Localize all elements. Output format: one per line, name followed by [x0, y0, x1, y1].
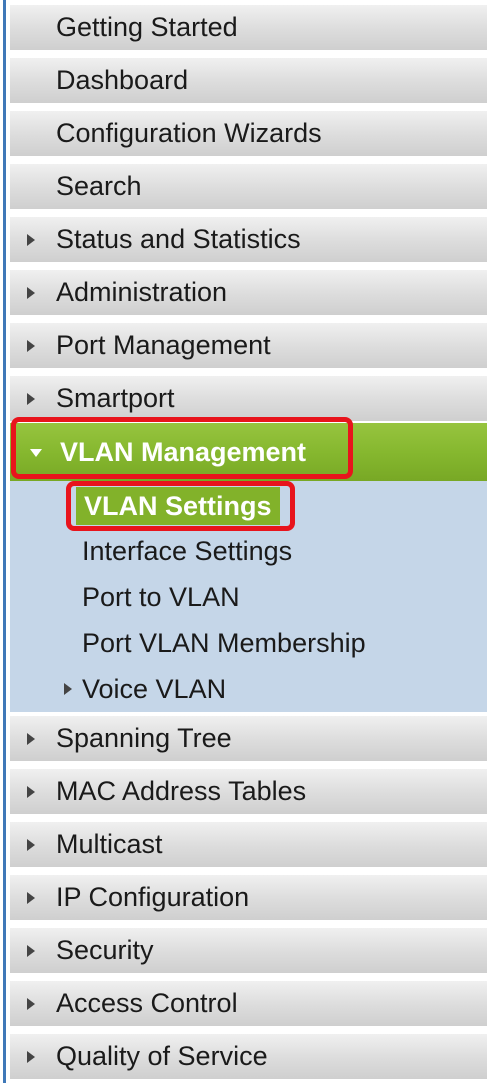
expand-arrow-icon: [27, 234, 35, 246]
nav-item-label: Multicast: [56, 829, 163, 859]
nav-item-status-and-statistics[interactable]: Status and Statistics: [10, 217, 487, 265]
highlight-box-vlan-settings: [66, 481, 295, 531]
expand-arrow-icon: [27, 945, 35, 957]
expand-arrow-icon: [27, 998, 35, 1010]
nav-item-dashboard[interactable]: Dashboard: [10, 58, 487, 106]
nav-item-ip-configuration[interactable]: IP Configuration: [10, 875, 487, 923]
expand-arrow-icon: [27, 892, 35, 904]
nav-item-label: Access Control: [56, 988, 238, 1018]
submenu-item-port-to-vlan[interactable]: Port to VLAN: [10, 575, 487, 619]
nav-item-access-control[interactable]: Access Control: [10, 981, 487, 1029]
expand-arrow-icon: [27, 1051, 35, 1063]
nav-left-border: [0, 0, 10, 1083]
expand-arrow-icon: [27, 393, 35, 405]
nav-item-search[interactable]: Search: [10, 164, 487, 212]
nav-item-label: Administration: [56, 277, 228, 307]
nav-item-getting-started[interactable]: Getting Started: [10, 5, 487, 53]
expand-arrow-icon: [27, 340, 35, 352]
submenu-item-label: Voice VLAN: [82, 674, 227, 704]
highlight-box-vlan-management: [11, 417, 353, 479]
nav-item-spanning-tree[interactable]: Spanning Tree: [10, 716, 487, 764]
submenu-item-label: Port VLAN Membership: [82, 628, 366, 658]
submenu-item-label: Port to VLAN: [82, 582, 240, 612]
submenu-item-port-vlan-membership[interactable]: Port VLAN Membership: [10, 621, 487, 665]
submenu-item-label: Interface Settings: [82, 536, 293, 566]
nav-item-administration[interactable]: Administration: [10, 270, 487, 318]
nav-item-label: Spanning Tree: [56, 723, 232, 753]
nav-item-mac-address-tables[interactable]: MAC Address Tables: [10, 769, 487, 817]
nav-item-configuration-wizards[interactable]: Configuration Wizards: [10, 111, 487, 159]
nav-item-label: Smartport: [56, 383, 175, 413]
nav-item-label: Getting Started: [56, 12, 238, 42]
nav-item-security[interactable]: Security: [10, 928, 487, 976]
nav-item-label: Configuration Wizards: [56, 118, 322, 148]
nav-item-quality-of-service[interactable]: Quality of Service: [10, 1034, 487, 1082]
nav-item-label: Status and Statistics: [56, 224, 301, 254]
expand-arrow-icon: [27, 733, 35, 745]
expand-arrow-icon: [64, 683, 72, 695]
side-navigation: Getting Started Dashboard Configuration …: [10, 0, 487, 1083]
expand-arrow-icon: [27, 839, 35, 851]
nav-item-label: IP Configuration: [56, 882, 250, 912]
expand-arrow-icon: [27, 786, 35, 798]
nav-item-label: Search: [56, 171, 142, 201]
nav-item-multicast[interactable]: Multicast: [10, 822, 487, 870]
expand-arrow-icon: [27, 287, 35, 299]
nav-item-label: Security: [56, 935, 154, 965]
nav-item-label: Port Management: [56, 330, 271, 360]
nav-item-label: Dashboard: [56, 65, 189, 95]
submenu-item-voice-vlan[interactable]: Voice VLAN: [10, 667, 487, 711]
submenu-item-interface-settings[interactable]: Interface Settings: [10, 529, 487, 573]
nav-item-port-management[interactable]: Port Management: [10, 323, 487, 371]
nav-item-label: MAC Address Tables: [56, 776, 307, 806]
nav-item-label: Quality of Service: [56, 1041, 268, 1071]
